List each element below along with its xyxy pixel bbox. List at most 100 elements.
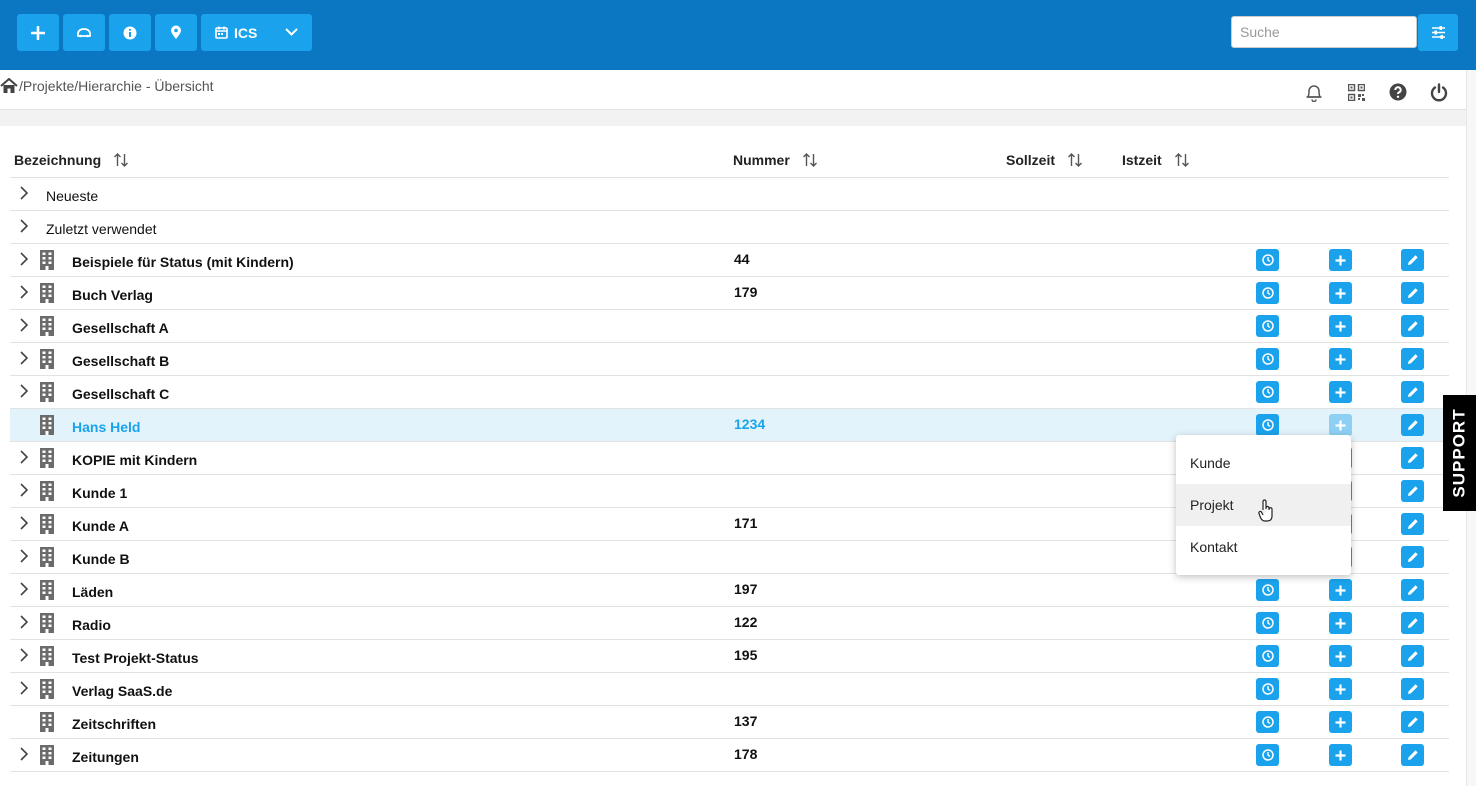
row-name[interactable]: Radio <box>72 617 111 633</box>
notifications-button[interactable] <box>1303 81 1325 103</box>
info-button[interactable] <box>109 14 151 51</box>
column-header-istzeit[interactable]: Istzeit <box>1122 152 1190 168</box>
row-name[interactable]: Zeitschriften <box>72 716 156 732</box>
chevron-right-icon[interactable] <box>17 747 31 761</box>
add-child-button[interactable] <box>1329 348 1352 370</box>
chevron-right-icon[interactable] <box>17 450 31 464</box>
column-header-sollzeit[interactable]: Sollzeit <box>1006 152 1083 168</box>
row-name[interactable]: Kunde B <box>72 551 130 567</box>
table-row[interactable] <box>10 673 1449 706</box>
row-name[interactable]: Buch Verlag <box>72 287 153 303</box>
time-tracking-button[interactable] <box>1256 282 1279 304</box>
time-tracking-button[interactable] <box>1256 414 1279 436</box>
add-child-button[interactable] <box>1329 282 1352 304</box>
edit-button[interactable] <box>1401 249 1424 271</box>
row-name[interactable]: Gesellschaft B <box>72 353 169 369</box>
time-tracking-button[interactable] <box>1256 381 1279 403</box>
breadcrumb-path[interactable]: /Projekte/Hierarchie - Übersicht <box>19 78 214 94</box>
location-button[interactable] <box>155 14 197 51</box>
edit-button[interactable] <box>1401 282 1424 304</box>
chevron-right-icon[interactable] <box>17 219 31 233</box>
row-name[interactable]: Gesellschaft A <box>72 320 169 336</box>
add-child-button[interactable] <box>1329 414 1352 436</box>
add-child-button[interactable] <box>1329 744 1352 766</box>
row-name[interactable]: Kunde 1 <box>72 485 127 501</box>
edit-button[interactable] <box>1401 315 1424 337</box>
time-tracking-button[interactable] <box>1256 744 1279 766</box>
time-tracking-button[interactable] <box>1256 678 1279 700</box>
edit-button[interactable] <box>1401 480 1424 502</box>
chevron-right-icon[interactable] <box>17 516 31 530</box>
table-row[interactable] <box>10 739 1449 772</box>
search-input[interactable] <box>1231 16 1417 48</box>
group-row[interactable] <box>10 211 1449 244</box>
chevron-right-icon[interactable] <box>17 351 31 365</box>
add-child-button[interactable] <box>1329 612 1352 634</box>
row-name[interactable]: Neueste <box>46 188 98 204</box>
help-button[interactable] <box>1387 81 1409 103</box>
edit-button[interactable] <box>1401 645 1424 667</box>
edit-button[interactable] <box>1401 744 1424 766</box>
add-child-button[interactable] <box>1329 678 1352 700</box>
edit-button[interactable] <box>1401 579 1424 601</box>
time-tracking-button[interactable] <box>1256 249 1279 271</box>
add-child-button[interactable] <box>1329 645 1352 667</box>
edit-button[interactable] <box>1401 546 1424 568</box>
table-row[interactable] <box>10 706 1449 739</box>
add-child-button[interactable] <box>1329 315 1352 337</box>
menu-item-kunde[interactable]: Kunde <box>1176 442 1351 484</box>
edit-button[interactable] <box>1401 711 1424 733</box>
chevron-right-icon[interactable] <box>17 648 31 662</box>
add-child-button[interactable] <box>1329 249 1352 271</box>
edit-button[interactable] <box>1401 447 1424 469</box>
time-tracking-button[interactable] <box>1256 711 1279 733</box>
chevron-right-icon[interactable] <box>17 285 31 299</box>
table-row[interactable] <box>10 343 1449 376</box>
chevron-right-icon[interactable] <box>17 384 31 398</box>
add-button[interactable] <box>17 14 59 51</box>
add-child-button[interactable] <box>1329 579 1352 601</box>
add-child-button[interactable] <box>1329 381 1352 403</box>
edit-button[interactable] <box>1401 612 1424 634</box>
support-tab[interactable]: SUPPORT <box>1443 395 1476 511</box>
vehicle-button[interactable] <box>63 14 105 51</box>
chevron-right-icon[interactable] <box>17 186 31 200</box>
row-name[interactable]: Kunde A <box>72 518 129 534</box>
table-row[interactable] <box>10 607 1449 640</box>
chevron-right-icon[interactable] <box>17 483 31 497</box>
time-tracking-button[interactable] <box>1256 579 1279 601</box>
row-name[interactable]: Beispiele für Status (mit Kindern) <box>72 254 294 270</box>
filter-settings-button[interactable] <box>1418 14 1458 51</box>
row-name[interactable]: Gesellschaft C <box>72 386 169 402</box>
edit-button[interactable] <box>1401 381 1424 403</box>
column-header-nummer[interactable]: Nummer <box>733 152 818 168</box>
chevron-right-icon[interactable] <box>17 582 31 596</box>
menu-item-kontakt[interactable]: Kontakt <box>1176 526 1351 568</box>
row-name[interactable]: Hans Held <box>72 419 140 435</box>
time-tracking-button[interactable] <box>1256 348 1279 370</box>
table-row[interactable] <box>10 574 1449 607</box>
chevron-right-icon[interactable] <box>17 615 31 629</box>
row-name[interactable]: Test Projekt-Status <box>72 650 199 666</box>
edit-button[interactable] <box>1401 414 1424 436</box>
edit-button[interactable] <box>1401 348 1424 370</box>
table-row[interactable] <box>10 376 1449 409</box>
time-tracking-button[interactable] <box>1256 315 1279 337</box>
table-row[interactable] <box>10 277 1449 310</box>
time-tracking-button[interactable] <box>1256 612 1279 634</box>
qr-code-button[interactable] <box>1345 81 1367 103</box>
chevron-right-icon[interactable] <box>17 549 31 563</box>
row-name[interactable]: KOPIE mit Kindern <box>72 452 197 468</box>
table-row[interactable] <box>10 310 1449 343</box>
add-child-button[interactable] <box>1329 711 1352 733</box>
row-name[interactable]: Läden <box>72 584 113 600</box>
chevron-right-icon[interactable] <box>17 318 31 332</box>
group-row[interactable] <box>10 178 1449 211</box>
row-name[interactable]: Zuletzt verwendet <box>46 221 157 237</box>
ics-dropdown-button[interactable]: ICS <box>201 14 312 51</box>
time-tracking-button[interactable] <box>1256 645 1279 667</box>
chevron-right-icon[interactable] <box>17 681 31 695</box>
row-name[interactable]: Zeitungen <box>72 749 139 765</box>
logout-button[interactable] <box>1428 81 1450 103</box>
chevron-right-icon[interactable] <box>17 252 31 266</box>
